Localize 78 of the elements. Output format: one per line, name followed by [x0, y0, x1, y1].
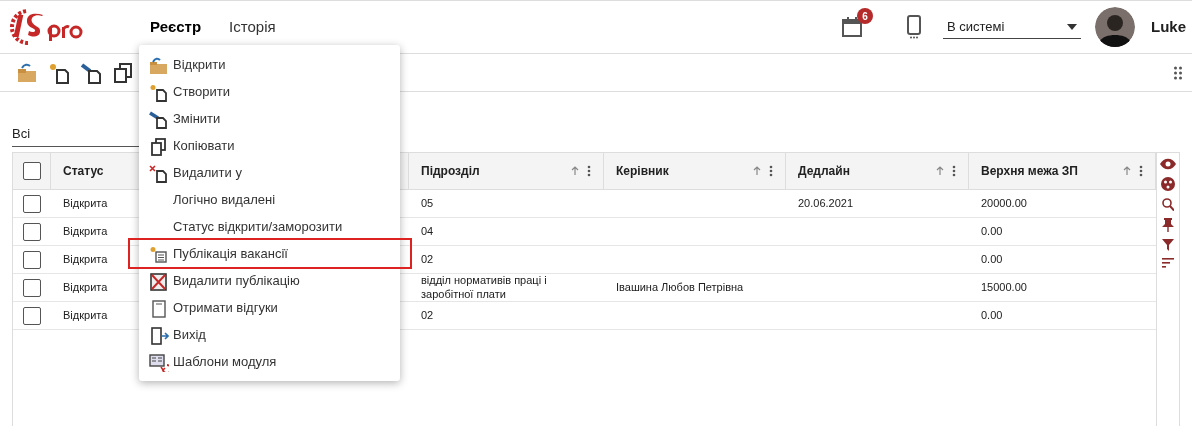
column-menu-icon[interactable]: [1139, 165, 1143, 177]
column-menu-icon[interactable]: [952, 165, 956, 177]
column-header: Керівник: [616, 163, 669, 180]
exit-door-icon: [149, 327, 169, 346]
menu-item[interactable]: Змінити: [139, 105, 400, 132]
folder-icon: [149, 57, 169, 76]
column-header: Підрозділ: [421, 163, 480, 180]
notification-count: 6: [857, 8, 873, 24]
edit-document-icon[interactable]: [80, 61, 102, 84]
row-checkbox[interactable]: [23, 250, 41, 269]
eye-icon[interactable]: [1160, 158, 1176, 170]
row-checkbox[interactable]: [23, 194, 41, 213]
new-document-icon[interactable]: [48, 61, 70, 84]
status-select[interactable]: В системі: [943, 14, 1081, 40]
menu-item[interactable]: Логічно видалені: [139, 186, 400, 213]
sort-icon[interactable]: [753, 165, 761, 177]
palette-icon[interactable]: [1161, 177, 1175, 191]
pin-icon[interactable]: [1162, 218, 1174, 232]
copy-icon: [149, 138, 169, 157]
menu-item[interactable]: Статус відкрити/заморозити: [139, 213, 400, 240]
crossed-box-icon: [149, 273, 169, 292]
table-cell: 05: [421, 196, 434, 211]
document-icon: [149, 300, 169, 319]
search-icon[interactable]: [1162, 198, 1174, 211]
row-checkbox[interactable]: [23, 222, 41, 241]
filter-icon[interactable]: [1162, 239, 1174, 251]
publish-document-icon: [149, 246, 169, 265]
row-checkbox[interactable]: [23, 278, 41, 297]
table-cell: 0.00: [981, 308, 1003, 323]
column-menu-icon[interactable]: [587, 165, 591, 177]
menu-item[interactable]: Отримати відгуки: [139, 294, 400, 321]
table-cell: 20000.00: [981, 196, 1027, 211]
table-cell-text: відділ нормативів праці і заробітної плати: [421, 274, 548, 301]
menu-item[interactable]: Створити: [139, 78, 400, 105]
table-cell: Івашина Любов Петрівна: [616, 280, 744, 295]
user-name: Luke: [1151, 16, 1186, 37]
new-document-icon: [149, 84, 169, 103]
select-all-checkbox[interactable]: [22, 162, 41, 180]
sort-icon[interactable]: [936, 165, 944, 177]
menu-item[interactable]: Видалити публікацію: [139, 267, 400, 294]
column-header: Верхня межа ЗП: [981, 163, 1078, 180]
table-cell: Відкрита: [63, 280, 108, 295]
copy-icon[interactable]: [112, 61, 134, 84]
edit-document-icon: [149, 111, 169, 130]
delete-document-icon: [149, 165, 169, 184]
open-folder-icon[interactable]: [16, 61, 38, 84]
table-cell: Відкрита: [63, 196, 108, 211]
avatar[interactable]: [1095, 7, 1135, 47]
table-cell: 15000.00: [981, 280, 1027, 295]
table-cell: 02: [421, 308, 434, 323]
sort-icon[interactable]: [1123, 165, 1131, 177]
table-cell: 0.00: [981, 224, 1003, 239]
menu-item[interactable]: Публікація вакансії: [130, 240, 410, 267]
row-checkbox[interactable]: [23, 306, 41, 325]
menu-item[interactable]: Відкрити: [139, 51, 400, 78]
table-cell: Відкрита: [63, 252, 108, 267]
sort-lines-icon[interactable]: [1162, 258, 1174, 268]
nav-tab[interactable]: Історія: [215, 15, 290, 39]
apps-icon[interactable]: [1174, 66, 1182, 81]
menu-item[interactable]: Вихід: [139, 321, 400, 348]
column-header: Статус: [63, 163, 104, 180]
table-cell: 04: [421, 224, 434, 239]
menu-item[interactable]: Шаблони модуля: [139, 348, 400, 375]
calendar-icon[interactable]: [841, 16, 863, 38]
sort-icon[interactable]: [571, 165, 579, 177]
phone-icon[interactable]: [907, 15, 921, 39]
menu-item[interactable]: Копіювати: [139, 132, 400, 159]
template-window-icon: [149, 354, 169, 373]
caret-icon: [1067, 23, 1077, 30]
table-cell: Відкрита: [63, 308, 108, 323]
menu-item[interactable]: Видалити у: [139, 159, 400, 186]
column-menu-icon[interactable]: [769, 165, 773, 177]
table-cell: 20.06.2021: [798, 196, 854, 211]
nav-tab[interactable]: Реєстр: [136, 15, 216, 39]
table-cell: 0.00: [981, 252, 1003, 267]
table-cell: Відкрита: [63, 224, 108, 239]
table-cell: 02: [421, 252, 434, 267]
column-header: Дедлайн: [798, 163, 850, 180]
